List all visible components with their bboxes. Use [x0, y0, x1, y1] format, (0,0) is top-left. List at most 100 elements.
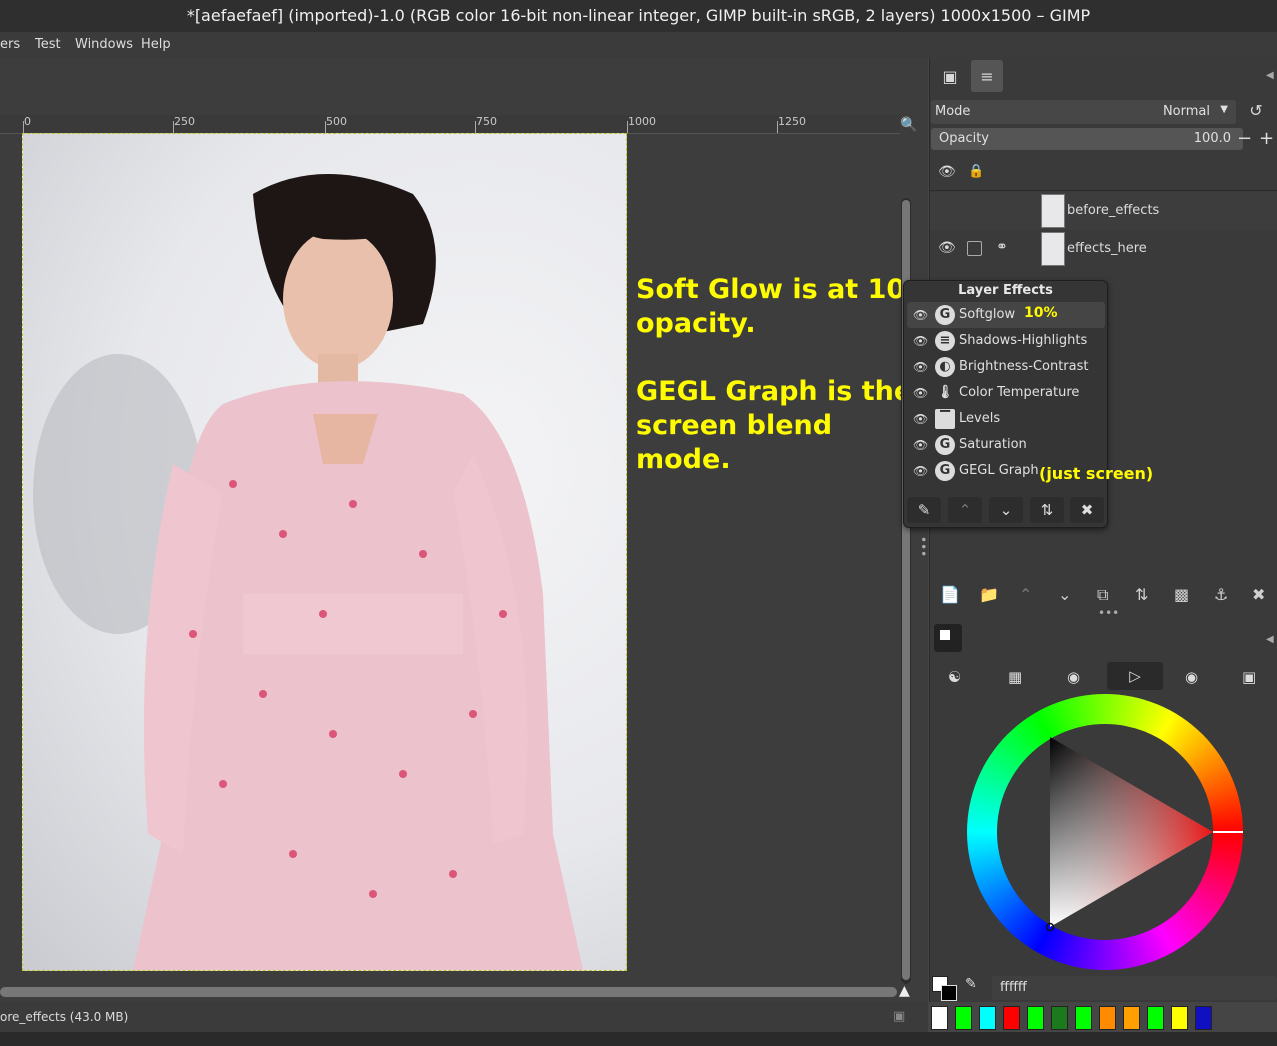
navigation-icon[interactable]: ▣	[893, 1009, 905, 1024]
canvas-image[interactable]	[22, 133, 627, 971]
wheel-selector-icon[interactable]: ▷	[1107, 662, 1163, 690]
new-group-icon[interactable]: 📁	[979, 585, 999, 604]
cmyk-selector-icon[interactable]: ▦	[1008, 668, 1022, 686]
eye-icon[interactable]: 👁	[913, 412, 928, 426]
color-swatch[interactable]	[1075, 1006, 1092, 1030]
color-swatch[interactable]	[979, 1006, 996, 1030]
layers-tab-icon[interactable]: ≡	[971, 60, 1003, 92]
images-tab-icon[interactable]: ▣	[934, 60, 966, 92]
mode-select[interactable]: Mode Normal ▼	[931, 100, 1236, 124]
color-swatch[interactable]	[931, 1006, 948, 1030]
gegl-icon: G	[935, 305, 955, 325]
color-swatch[interactable]	[955, 1006, 972, 1030]
eye-icon[interactable]: 👁	[913, 386, 928, 400]
effect-row-saturation[interactable]: 👁 G Saturation	[907, 432, 1105, 458]
layer-thumbnail	[1041, 232, 1065, 266]
merge-effects-icon[interactable]: ⇅	[1030, 497, 1064, 523]
delete-layer-icon[interactable]: ✖	[1252, 585, 1265, 604]
panel-resize-handle[interactable]: •••	[916, 536, 930, 557]
photo-subject-illustration	[33, 174, 583, 970]
opacity-slider[interactable]: Opacity 100.0	[931, 128, 1243, 150]
layer-row-effects-here[interactable]: 👁 ⚭ effects_here	[930, 230, 1277, 268]
color-swatch[interactable]	[1051, 1006, 1068, 1030]
palette-selector-icon[interactable]: ◉	[1185, 668, 1198, 686]
eye-icon[interactable]: 👁	[938, 240, 956, 256]
eye-icon[interactable]: 👁	[913, 438, 928, 452]
layer-thumbnail	[1041, 194, 1065, 228]
brightness-contrast-icon: ◐	[935, 357, 955, 377]
link-checkbox[interactable]	[967, 241, 982, 256]
saturation-value-triangle[interactable]	[967, 694, 1243, 970]
color-swatch[interactable]	[1147, 1006, 1164, 1030]
gimp-selector-icon[interactable]: ☯	[948, 668, 961, 686]
menu-help[interactable]: Help	[141, 37, 171, 52]
layer-effects-popup: Layer Effects 👁 G Softglow 10% 👁 ≡ Shado…	[903, 280, 1108, 528]
effects-icon[interactable]: ⚭	[996, 239, 1008, 255]
effect-row-levels[interactable]: 👁 ▔ Levels	[907, 406, 1105, 432]
eye-icon[interactable]: 👁	[913, 308, 928, 322]
statusbar: ore_effects (43.0 MB) ▣	[0, 1002, 928, 1032]
fg-bg-indicator[interactable]	[934, 624, 962, 652]
ruler-label: 1000	[628, 115, 656, 128]
chevron-down-icon: ▼	[1220, 104, 1228, 115]
menu-windows[interactable]: Windows	[75, 37, 133, 52]
water-selector-icon[interactable]: ◉	[1067, 668, 1080, 686]
color-swatch[interactable]	[1195, 1006, 1212, 1030]
delete-effect-icon[interactable]: ✖	[1070, 497, 1104, 523]
panel-resize-handle[interactable]: •••	[1098, 606, 1119, 620]
eye-icon[interactable]: 👁	[913, 464, 928, 478]
horizontal-ruler[interactable]: 0 250 500 750 1000 1250	[0, 115, 900, 134]
gegl-icon: G	[935, 435, 955, 455]
reset-mode-icon[interactable]: ↺	[1240, 96, 1272, 124]
effect-row-shadows-highlights[interactable]: 👁 ≡ Shadows-Highlights	[907, 328, 1105, 354]
layer-name[interactable]: before_effects	[1067, 203, 1159, 218]
color-swatch[interactable]	[1123, 1006, 1140, 1030]
navigate-icon[interactable]: ▲	[899, 983, 910, 999]
hex-entry[interactable]: ffffff	[992, 976, 1277, 1000]
anchor-layer-icon[interactable]: ⚓	[1214, 585, 1228, 604]
lock-header-icon: 🔒	[968, 164, 985, 179]
right-dock: ▣ ≡ ◀ Mode Normal ▼ ↺ Opacity 100.0 − + …	[929, 58, 1277, 1002]
color-swatch[interactable]	[1099, 1006, 1116, 1030]
new-layer-icon[interactable]: 📄	[940, 585, 960, 604]
raise-effect-icon[interactable]: ⌃	[948, 497, 982, 523]
lower-layer-icon[interactable]: ⌄	[1058, 585, 1071, 604]
annotation-line-softglow: Soft Glow is at 10 opacity.	[636, 274, 906, 339]
lower-effect-icon[interactable]: ⌄	[989, 497, 1023, 523]
color-swatch[interactable]	[1003, 1006, 1020, 1030]
eye-icon[interactable]: 👁	[913, 360, 928, 374]
effect-label: GEGL Graph	[959, 463, 1039, 478]
ruler-label: 250	[174, 115, 195, 128]
color-picker-icon[interactable]: ✎	[965, 976, 987, 998]
merge-layer-icon[interactable]: ⇅	[1135, 585, 1148, 604]
layer-row-before-effects[interactable]: before_effects	[930, 192, 1277, 230]
panel-menu-icon[interactable]: ◀	[1266, 70, 1274, 81]
ruler-label: 500	[326, 115, 347, 128]
zoom-icon[interactable]: 🔍	[900, 117, 917, 133]
hex-value[interactable]: ffffff	[1000, 980, 1027, 995]
effect-row-softglow[interactable]: 👁 G Softglow 10%	[907, 302, 1105, 328]
menu-test[interactable]: Test	[35, 37, 61, 52]
duplicate-layer-icon[interactable]: ⧉	[1097, 585, 1108, 605]
effect-row-color-temperature[interactable]: 👁 🌡 Color Temperature	[907, 380, 1105, 406]
ruler-label: 1250	[778, 115, 806, 128]
eye-icon[interactable]: 👁	[913, 334, 928, 348]
opacity-decrease-icon[interactable]: −	[1237, 128, 1252, 149]
horizontal-scrollbar[interactable]	[0, 987, 897, 997]
hue-ring[interactable]	[967, 694, 1243, 970]
effect-note: 10%	[1024, 305, 1058, 321]
layer-name[interactable]: effects_here	[1067, 241, 1147, 256]
color-swatch[interactable]	[1171, 1006, 1188, 1030]
ruler-tick	[627, 121, 628, 133]
menu-filters[interactable]: ers	[0, 37, 20, 52]
panel-menu-icon[interactable]: ◀	[1266, 634, 1274, 645]
scales-selector-icon[interactable]: ▣	[1242, 668, 1256, 686]
fg-bg-color-swatch[interactable]	[930, 976, 958, 1004]
mask-layer-icon[interactable]: ▩	[1174, 585, 1189, 604]
color-swatch[interactable]	[1027, 1006, 1044, 1030]
opacity-increase-icon[interactable]: +	[1259, 128, 1274, 149]
effect-row-brightness-contrast[interactable]: 👁 ◐ Brightness-Contrast	[907, 354, 1105, 380]
raise-layer-icon[interactable]: ⌃	[1019, 585, 1032, 604]
edit-effect-icon[interactable]: ✎	[907, 497, 941, 523]
ruler-tick	[325, 121, 326, 133]
